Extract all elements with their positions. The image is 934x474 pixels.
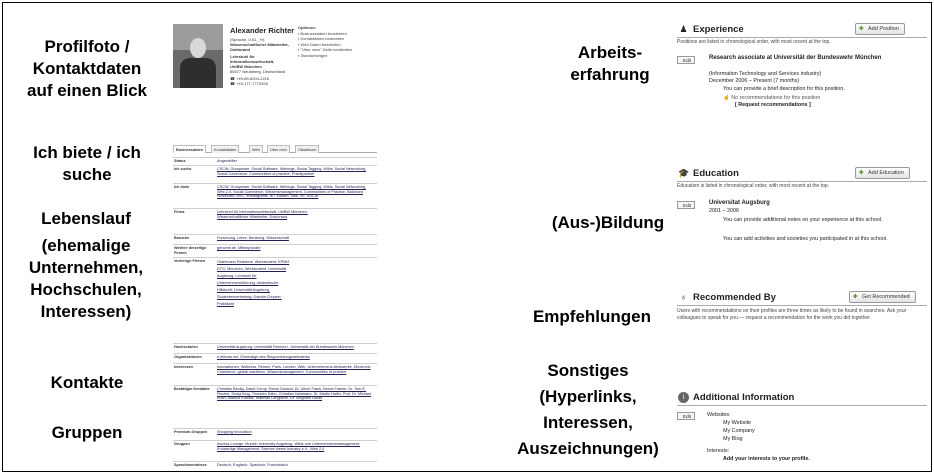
label-work: Arbeits- erfahrung [550,42,670,86]
profile-row: Hochschulen Universität Augsburg, Univers… [173,343,377,353]
profile-options: Optionen ▪ Businessdaten bearbeiten ▪ Ko… [298,25,376,59]
position-dates: December 2006 – Present (7 months) [709,78,800,84]
info-line: ☎ +49-177-7772926 [230,81,268,86]
label-line: erfahrung [570,65,650,84]
tab-ueber-mich[interactable]: Über mich [267,145,291,153]
label-line: Interessen, [543,413,633,432]
edit-education-button[interactable]: Edit [677,201,695,209]
label-line: Unternehmen, [28,258,144,277]
label-contacts: Kontakte [50,373,124,392]
education-note: Education is listed in chronological ord… [677,183,830,189]
info-line: 85577 Neubiberg, Deutschland [230,69,286,74]
tab-web[interactable]: Web [249,145,263,153]
interests-text: Add your interests to your profile. [723,456,810,462]
label-offer: Ich biete / ich suche [14,142,160,186]
profile-row: Vorherige Firmen Ostermann Relations, Wer… [173,257,377,343]
label-line: Kontaktdaten [32,59,142,78]
info-icon: i [678,392,689,403]
tab-businessdaten[interactable]: Businessdaten [173,145,207,153]
additional-header: i Additional Information [677,392,927,404]
info-line: Lehrstuhl für Informationswirtschaft, [230,54,275,64]
interests-label: Interests: [707,448,730,454]
position-description: You can provide a brief description for … [723,86,845,92]
graduation-cap-icon: 🎓 [678,168,690,178]
briefcase-icon: ♟ [679,24,688,34]
profile-photo [173,24,223,88]
label-groups: Gruppen [51,423,123,442]
experience-section: ♟ Experience ✚ Add Position Positions are… [677,23,927,164]
label-cv: Lebenslauf (ehemalige Unternehmen, Hochs… [6,208,166,323]
request-recommendations-link[interactable]: [ Request recommendations ] [735,102,811,109]
profile-row: Weitere derzeitige Firmen genome.de, Mitb… [173,244,377,257]
website-link[interactable]: My Blog [723,436,742,443]
tab-gaestebuch[interactable]: Gästebuch [295,145,320,153]
no-recommendations-note: ☝ No recommendations for this position [723,95,821,101]
label-line: Arbeits- [577,43,643,62]
profile-row: Ich biete CSCW, Groupware, Social Softwar… [173,183,377,208]
label-recommendations: Empfehlungen [532,307,652,326]
profile-row: Organisationen e-fellows.net, Ehemalige d… [173,353,377,363]
info-line: Doktorand [230,47,250,52]
label-line: Auszeichnungen) [517,439,659,458]
label-line: Sonstiges [547,361,629,380]
profile-row: Branche Forschung, Lehre, Beratung, Wisse… [173,234,377,244]
experience-note: Positions are listed in chronological or… [677,39,831,45]
website-link[interactable]: My Website [723,420,751,427]
education-section: 🎓 Education ✚ Add Education Education is … [677,167,927,278]
label-line: (ehemalige [41,236,131,255]
recommended-title: Recommended By [693,292,776,303]
ribbon-icon: ♁ [680,292,687,302]
edit-additional-button[interactable]: Edit [677,412,695,420]
education-title: Education [693,168,739,179]
label-misc: Sonstiges (Hyperlinks, Interessen, Ausze… [500,358,676,462]
tab-kontaktdaten[interactable]: Kontaktdaten [211,145,240,153]
profile-tabs: Businessdaten Kontaktdaten Web Über mich… [173,144,377,153]
experience-header: ♟ Experience ✚ Add Position [677,23,927,36]
profile-row: Ich suche CSCW, Groupware, Social Softwar… [173,165,377,183]
add-position-button[interactable]: ✚ Add Position [855,23,905,35]
label-line: Interessen) [40,302,132,321]
profile-contact-info: (Sprache, 0,51,_%) Wissenschaftlicher Mi… [230,37,292,86]
websites-label: Websites: [707,412,731,418]
profile-row: Interessen Innovationen, Wellness, Reisen… [173,363,377,385]
school-notes-hint: You can provide additional notes on your… [723,217,883,223]
position-industry: (Information Technology and Services ind… [709,71,822,77]
profile-row: Gruppen Access-Lounge, Munich University … [173,440,377,461]
school-name: Universitat Augsburg [709,200,770,206]
profile-row: Firma Lehrstuhl für Informationswirtschaf… [173,208,377,234]
profile-name: Alexander Richter [230,26,295,35]
recommended-header: ♁ Recommended By ✚ Get Recommended [677,291,927,304]
additional-section: i Additional Information Edit Websites: … [677,392,927,472]
website-link[interactable]: My Company [723,428,755,435]
label-line: Hochschulen, [30,280,142,299]
recommended-section: ♁ Recommended By ✚ Get Recommended Users … [677,291,927,348]
label-education: (Aus-)Bildung [551,213,665,232]
xing-profile-screenshot: Alexander Richter (Sprache, 0,51,_%) Wis… [170,22,378,470]
school-years: 2001 – 2006 [709,208,739,214]
profile-row: Status Angestellter [173,157,377,165]
profile-row: Sprachkenntnisse Deutsch, Englisch, Spani… [173,461,377,470]
label-line: suche [62,165,112,184]
edit-experience-button[interactable]: Edit [677,56,695,64]
label-line: Lebenslauf [41,209,131,228]
education-header: 🎓 Education ✚ Add Education [677,167,927,180]
additional-title: Additional Information [693,392,795,403]
profile-row: Premium-Gruppen Shopping Innovation [173,428,377,440]
label-profile: Profilfoto / Kontaktdaten auf einen Blic… [14,36,160,102]
label-line: (Hyperlinks, [539,387,637,406]
get-recommended-button[interactable]: ✚ Get Recommended [849,291,916,303]
label-line: Ich biete / ich [33,143,141,162]
label-line: Profilfoto / [44,37,130,56]
label-line: auf einen Blick [27,81,147,100]
experience-title: Experience [693,24,744,35]
recommended-text: Users with recommendations on their prof… [677,308,907,321]
position-title: Research associate at Universität der Bu… [709,55,882,61]
add-education-button[interactable]: ✚ Add Education [855,167,910,179]
option-link[interactable]: ▪ Standortzeigen [298,53,376,59]
school-activities-hint: You can add activities and societies you… [723,236,888,242]
profile-row: Bestätigte Kontakte Christian Bludig, Dav… [173,385,377,428]
